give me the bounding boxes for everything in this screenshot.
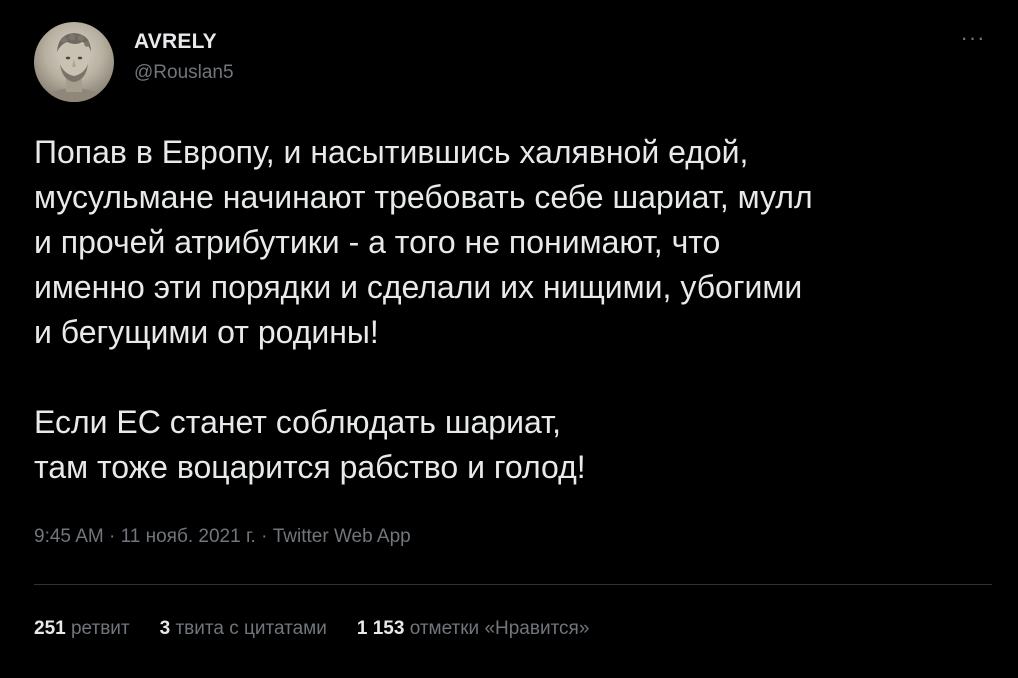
tweet-text-line: и бегущими от родины! (34, 314, 379, 350)
tweet-text-line: Попав в Европу, и насытившись халявной е… (34, 134, 749, 170)
tweet-source[interactable]: Twitter Web App (273, 526, 411, 547)
likes-count: 1 153 (356, 618, 405, 639)
retweets-label: ретвит (70, 618, 130, 639)
tweet-text-line: и прочей атрибутики - а того не понимают… (34, 224, 721, 260)
divider (34, 584, 992, 585)
author-display-name[interactable]: AVRELY (134, 30, 217, 54)
tweet-text-line: там тоже воцарится рабство и голод! (34, 449, 586, 485)
marble-bust-avatar-icon (40, 33, 108, 102)
tweet-card: AVRELY @Rouslan5 ··· Попав в Европу, и н… (0, 0, 1018, 678)
tweet-time[interactable]: 9:45 AM (34, 526, 104, 547)
avatar[interactable] (34, 22, 114, 102)
more-options-icon[interactable]: ··· (958, 25, 988, 50)
retweets-stat[interactable]: 251 ретвит (34, 618, 130, 640)
tweet-meta: 9:45 AM · 11 нояб. 2021 г. · Twitter Web… (34, 526, 411, 548)
quotes-label: твита с цитатами (175, 618, 327, 639)
author-handle[interactable]: @Rouslan5 (134, 62, 234, 84)
meta-separator: · (255, 526, 273, 547)
tweet-text-line: именно эти порядки и сделали их нищими, … (34, 269, 803, 305)
tweet-text-line: мусульмане начинают требовать себе шариа… (34, 179, 813, 215)
likes-stat[interactable]: 1 153 отметки «Нравится» (357, 618, 590, 640)
quotes-count: 3 (159, 618, 171, 639)
quotes-stat[interactable]: 3 твита с цитатами (160, 618, 327, 640)
tweet-text: Попав в Европу, и насытившись халявной е… (34, 130, 999, 490)
tweet-text-line: Если ЕС станет соблюдать шариат, (34, 404, 562, 440)
retweets-count: 251 (34, 618, 66, 639)
likes-label: отметки «Нравится» (409, 618, 590, 639)
engagement-stats: 251 ретвит 3 твита с цитатами 1 153 отме… (34, 618, 589, 640)
meta-separator: · (103, 526, 121, 547)
tweet-date[interactable]: 11 нояб. 2021 г. (121, 526, 256, 547)
